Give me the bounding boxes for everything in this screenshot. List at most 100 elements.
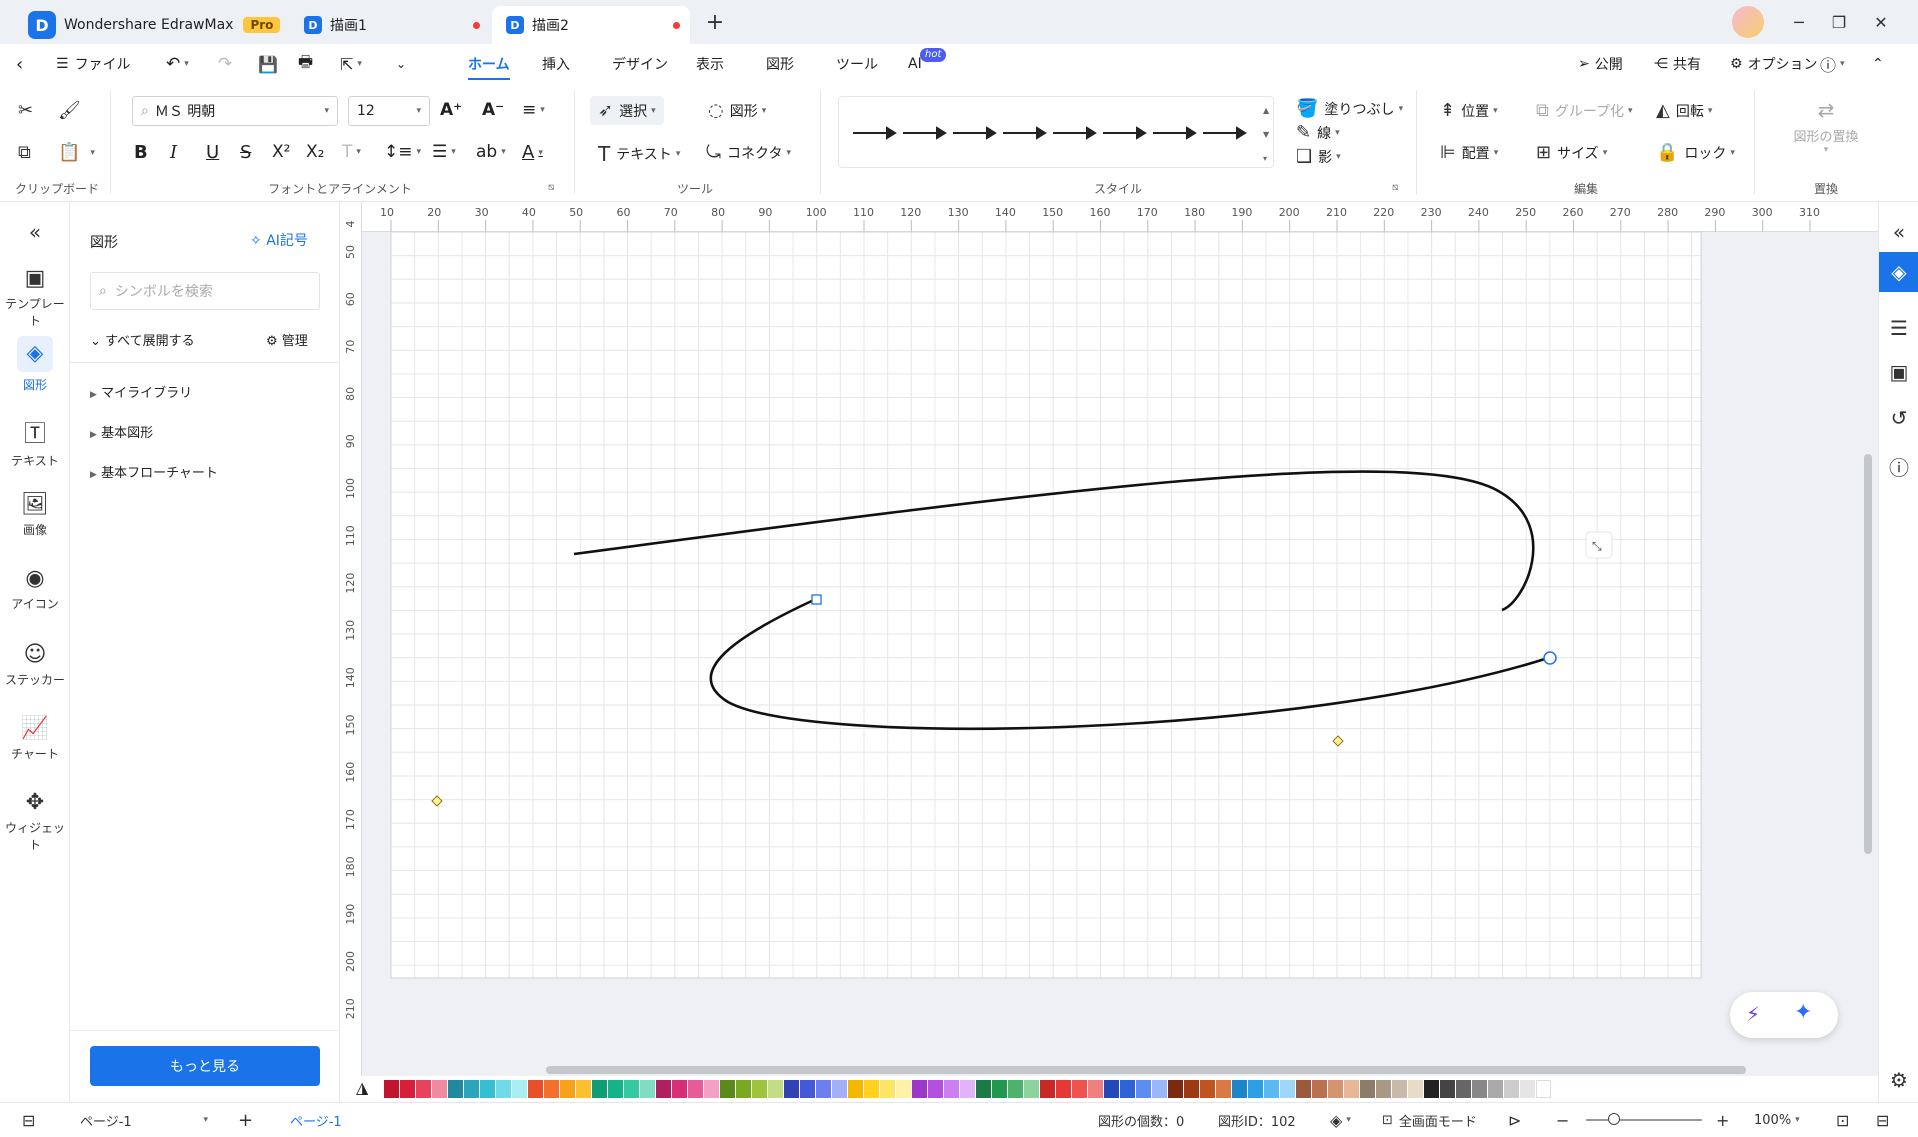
zoom-in-icon[interactable]: +	[1716, 1103, 1729, 1137]
color-swatch[interactable]	[784, 1080, 799, 1098]
copy-icon[interactable]: ⧉	[18, 142, 37, 163]
sidebar-item-template[interactable]: ▣ テンプレート	[0, 266, 70, 329]
select-tool-button[interactable]: ➶ 選択 ▾	[590, 96, 664, 125]
color-swatch[interactable]	[720, 1080, 735, 1098]
color-swatch[interactable]	[1248, 1080, 1263, 1098]
color-swatch[interactable]	[944, 1080, 959, 1098]
color-swatch[interactable]	[1008, 1080, 1023, 1098]
color-swatch[interactable]	[1200, 1080, 1215, 1098]
color-swatch[interactable]	[1296, 1080, 1311, 1098]
tab-drawing2[interactable]: D 描画2	[492, 6, 690, 44]
color-swatch[interactable]	[816, 1080, 831, 1098]
lock-button[interactable]: 🔒 ロック ▾	[1656, 142, 1735, 163]
style-panel-icon[interactable]: ◈	[1879, 252, 1918, 292]
collapse-ribbon-icon[interactable]: ⌃	[1872, 44, 1884, 84]
sidebar-item-text[interactable]: 🅃 テキスト	[0, 416, 70, 469]
tab-design[interactable]: デザイン	[612, 44, 668, 84]
tab-insert[interactable]: 挿入	[542, 44, 570, 84]
font-color-icon[interactable]: A ▾	[522, 142, 543, 163]
color-swatch[interactable]	[448, 1080, 463, 1098]
color-swatch[interactable]	[496, 1080, 511, 1098]
quick-access-icon[interactable]: ⌄	[396, 44, 406, 84]
share-button[interactable]: ⋲ 共有	[1654, 44, 1701, 84]
color-swatch[interactable]	[1408, 1080, 1423, 1098]
color-swatch[interactable]	[400, 1080, 415, 1098]
text-align-icon[interactable]: ≡ ▾	[522, 100, 545, 120]
color-swatch[interactable]	[512, 1080, 527, 1098]
tab-home[interactable]: ホーム	[468, 44, 510, 84]
color-swatch[interactable]	[896, 1080, 911, 1098]
color-swatch[interactable]	[960, 1080, 975, 1098]
restore-button[interactable]: ❐	[1824, 8, 1854, 36]
undo-icon[interactable]: ↶ ▾	[166, 44, 189, 84]
color-swatch[interactable]	[864, 1080, 879, 1098]
publish-button[interactable]: ➢ 公開	[1578, 44, 1623, 84]
library-item[interactable]: ▶ 基本図形	[90, 422, 153, 441]
color-swatch[interactable]	[1232, 1080, 1247, 1098]
collapse-sidebar-icon[interactable]: «	[0, 220, 70, 244]
color-swatch[interactable]	[1440, 1080, 1455, 1098]
zoom-select[interactable]: 100% ▾	[1754, 1103, 1800, 1137]
color-swatch[interactable]	[928, 1080, 943, 1098]
color-swatch[interactable]	[544, 1080, 559, 1098]
settings-icon[interactable]: ⚙	[1879, 1060, 1918, 1100]
color-swatch[interactable]	[1520, 1080, 1535, 1098]
sidebar-item-widget[interactable]: ✥ ウィジェット	[0, 790, 70, 853]
color-swatch[interactable]	[688, 1080, 703, 1098]
font-family-select[interactable]: ⌕ ＭＳ 明朝 ▾	[132, 96, 338, 126]
export-icon[interactable]: ⇱ ▾	[340, 44, 362, 84]
color-swatch[interactable]	[592, 1080, 607, 1098]
color-swatch[interactable]	[1392, 1080, 1407, 1098]
text-case-icon[interactable]: ab ▾	[476, 142, 506, 162]
redo-icon[interactable]: ↷	[218, 44, 232, 84]
font-dialog-launcher-icon[interactable]: ⧅	[548, 182, 554, 193]
color-swatch[interactable]	[1216, 1080, 1231, 1098]
color-swatch[interactable]	[1168, 1080, 1183, 1098]
color-swatch[interactable]	[480, 1080, 495, 1098]
symbol-search-input[interactable]: ⌕ シンボルを検索	[90, 272, 320, 310]
color-swatch[interactable]	[1120, 1080, 1135, 1098]
color-swatch[interactable]	[1456, 1080, 1471, 1098]
color-swatch[interactable]	[1472, 1080, 1487, 1098]
fit-page-icon[interactable]: ⊡	[1836, 1103, 1849, 1137]
color-swatch[interactable]	[1488, 1080, 1503, 1098]
sidebar-item-chart[interactable]: 📈 チャート	[0, 716, 70, 762]
expand-all-button[interactable]: ⌄ すべて展開する	[90, 330, 195, 349]
color-swatch[interactable]	[1312, 1080, 1327, 1098]
paste-icon[interactable]: 📋 ▾	[58, 142, 95, 163]
canvas-svg[interactable]: 10 20 30 40 50 60 70 80 90 100 110 120 130 140 150 160 1…	[340, 202, 1878, 1076]
fit-width-icon[interactable]: ⊟	[1876, 1103, 1889, 1137]
text-tool-button[interactable]: T テキスト ▾	[598, 142, 680, 166]
color-swatch[interactable]	[1376, 1080, 1391, 1098]
size-button[interactable]: ⊞ サイズ ▾	[1536, 142, 1607, 163]
color-swatch[interactable]	[1344, 1080, 1359, 1098]
color-swatch[interactable]	[1536, 1080, 1551, 1098]
sidebar-item-image[interactable]: 🖼 画像	[0, 492, 70, 538]
color-swatch[interactable]	[624, 1080, 639, 1098]
color-swatch[interactable]	[1424, 1080, 1439, 1098]
color-swatch[interactable]	[528, 1080, 543, 1098]
app-tab[interactable]: D Wondershare EdrawMax Pro	[14, 6, 294, 44]
color-swatch[interactable]	[736, 1080, 751, 1098]
color-swatch[interactable]	[992, 1080, 1007, 1098]
avatar[interactable]	[1732, 6, 1764, 38]
style-dialog-launcher-icon[interactable]: ⧅	[1392, 182, 1398, 193]
presentation-icon[interactable]: ▣	[1879, 352, 1918, 392]
more-button[interactable]: もっと見る	[90, 1046, 320, 1086]
color-swatch[interactable]	[432, 1080, 447, 1098]
fill-color-icon[interactable]: ◮	[356, 1078, 368, 1097]
color-swatch[interactable]	[1040, 1080, 1055, 1098]
color-swatch[interactable]	[1056, 1080, 1071, 1098]
add-page-icon[interactable]: +	[238, 1103, 253, 1137]
connector-tool-button[interactable]: ⤿ コネクタ ▾	[706, 142, 791, 163]
color-swatch[interactable]	[1072, 1080, 1087, 1098]
text-style-icon[interactable]: T ▾	[342, 142, 361, 162]
position-button[interactable]: ⇞ 位置 ▾	[1440, 100, 1498, 121]
zoom-slider-thumb[interactable]	[1608, 1113, 1620, 1125]
color-swatch[interactable]	[800, 1080, 815, 1098]
zoom-slider[interactable]	[1586, 1113, 1702, 1125]
subscript-icon[interactable]: X₂	[306, 142, 324, 162]
color-swatch[interactable]	[704, 1080, 719, 1098]
page-select[interactable]: ページ-1 ▾	[80, 1103, 208, 1137]
sidebar-item-sticker[interactable]: ☺ ステッカー	[0, 642, 70, 688]
